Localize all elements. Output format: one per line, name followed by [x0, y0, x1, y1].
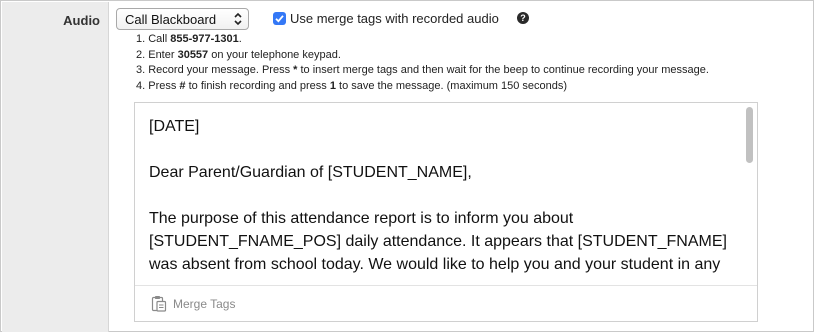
instruction-step: 2. Enter 30557 on your telephone keypad.	[136, 48, 341, 61]
editor-scrollbar[interactable]	[746, 107, 754, 277]
label-column: Audio	[2, 2, 109, 332]
message-paragraph: The purpose of this attendance report is…	[149, 210, 727, 273]
instruction-step: 3. Record your message. Press * to inser…	[136, 64, 709, 76]
message-text-area[interactable]: [DATE] Dear Parent/Guardian of [STUDENT_…	[149, 115, 739, 275]
editor-footer: Merge Tags	[135, 285, 757, 321]
select-arrows-icon	[234, 12, 242, 26]
merge-tags-label: Merge Tags	[173, 297, 236, 311]
scrollbar-thumb[interactable]	[746, 107, 753, 163]
recording-instructions: 1. Call 855-977-1301. 2. Enter 30557 on …	[136, 32, 709, 94]
checkmark-icon	[275, 15, 284, 23]
select-value: Call Blackboard	[125, 12, 217, 27]
merge-tags-checkbox[interactable]	[273, 12, 286, 25]
instruction-step: 1. Call 855-977-1301.	[136, 33, 242, 45]
instruction-step: 4. Press # to finish recording and press…	[136, 79, 568, 92]
audio-source-select[interactable]: Call Blackboard	[116, 8, 249, 30]
help-icon[interactable]: ?	[517, 12, 529, 24]
merge-tags-label[interactable]: Use merge tags with recorded audio	[290, 11, 499, 26]
field-label: Audio	[63, 13, 100, 28]
message-paragraph: Dear Parent/Guardian of [STUDENT_NAME],	[149, 164, 472, 181]
message-editor[interactable]: [DATE] Dear Parent/Guardian of [STUDENT_…	[134, 102, 758, 322]
clipboard-icon	[151, 296, 167, 312]
audio-form-row: Audio Call Blackboard Use merge tags wit…	[0, 0, 814, 332]
message-paragraph: [DATE]	[149, 118, 200, 135]
